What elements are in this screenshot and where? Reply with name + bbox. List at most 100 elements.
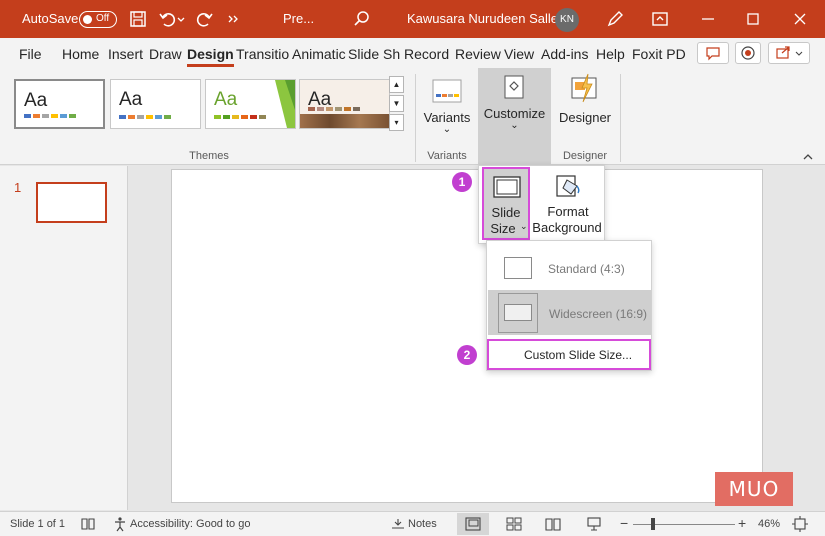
slide-canvas[interactable] xyxy=(171,169,763,503)
normal-view-button[interactable] xyxy=(457,513,489,535)
slide-size-button[interactable]: Slide Size ⌄ xyxy=(482,167,530,240)
theme-color-swatches xyxy=(119,115,171,119)
zoom-slider-track[interactable] xyxy=(633,524,735,525)
variants-button[interactable]: Variants ⌄ xyxy=(424,72,470,142)
theme-wood-band xyxy=(300,114,389,128)
tab-file[interactable]: File xyxy=(19,46,42,62)
custom-slide-size-option[interactable]: Custom Slide Size... xyxy=(487,339,651,370)
tab-foxit-pdf[interactable]: Foxit PD xyxy=(632,46,686,62)
designer-group-label: Designer xyxy=(562,150,608,162)
tab-add-ins[interactable]: Add-ins xyxy=(541,46,588,62)
toggle-knob xyxy=(83,15,92,24)
theme-color-swatches xyxy=(308,107,360,111)
group-divider xyxy=(415,74,416,162)
theme-color-swatches xyxy=(24,114,76,118)
tab-home[interactable]: Home xyxy=(62,46,99,62)
close-icon[interactable] xyxy=(790,9,810,29)
theme-sample-text: Aa xyxy=(119,89,143,110)
save-icon[interactable] xyxy=(128,9,148,29)
theme-sample-text: Aa xyxy=(214,89,238,110)
maximize-icon[interactable] xyxy=(743,9,763,29)
share-button[interactable] xyxy=(768,42,810,64)
customize-label: Customize xyxy=(483,106,546,121)
theme-office-2[interactable]: Aa xyxy=(110,79,201,129)
tab-insert[interactable]: Insert xyxy=(108,46,143,62)
step-2-badge: 2 xyxy=(457,345,477,365)
theme-facet[interactable]: Aa xyxy=(205,79,296,129)
avatar[interactable]: KN xyxy=(555,8,579,32)
record-button[interactable] xyxy=(735,42,761,64)
slide-thumbnail[interactable] xyxy=(36,182,107,223)
autosave-label: AutoSave xyxy=(22,11,79,26)
slideshow-icon[interactable] xyxy=(586,516,602,532)
more-commands-icon[interactable] xyxy=(226,9,240,29)
zoom-in-icon[interactable]: + xyxy=(738,515,746,531)
zoom-slider-thumb[interactable] xyxy=(651,518,655,530)
chevron-down-icon: ⌄ xyxy=(442,124,452,135)
tab-design[interactable]: Design xyxy=(187,46,234,67)
designer-button[interactable]: Designer xyxy=(558,72,612,142)
notes-button[interactable]: Notes xyxy=(408,518,437,530)
tab-draw[interactable]: Draw xyxy=(149,46,182,62)
notes-icon xyxy=(392,519,404,529)
undo-dropdown-icon[interactable] xyxy=(176,9,186,29)
tab-slide-show[interactable]: Slide Sh xyxy=(348,46,400,62)
tab-help[interactable]: Help xyxy=(596,46,625,62)
tab-transitions[interactable]: Transitio xyxy=(236,46,289,62)
accessibility-status[interactable]: Accessibility: Good to go xyxy=(130,518,250,530)
designer-icon xyxy=(571,73,597,103)
group-divider xyxy=(620,74,621,162)
customize-icon xyxy=(504,75,524,99)
zoom-out-icon[interactable]: − xyxy=(620,515,628,531)
themes-scroll-down[interactable]: ▼ xyxy=(389,95,404,112)
minimize-icon[interactable] xyxy=(698,9,718,29)
variants-label: Variants xyxy=(423,110,471,125)
chevron-down-icon: ⌄ xyxy=(520,221,528,231)
format-background-button[interactable]: Format Background xyxy=(532,167,604,240)
tab-animations[interactable]: Animatic xyxy=(292,46,346,62)
tab-view[interactable]: View xyxy=(504,46,534,62)
slide-size-label-2: Size xyxy=(490,221,516,236)
accessibility-icon[interactable] xyxy=(112,516,128,532)
slide-thumbnail-pane: 1 xyxy=(0,166,128,510)
reading-view-icon[interactable] xyxy=(545,517,561,531)
customize-button[interactable]: Customize ⌄ xyxy=(478,68,551,165)
theme-facet-art xyxy=(275,80,295,128)
search-icon[interactable] xyxy=(352,9,372,29)
undo-icon[interactable] xyxy=(158,9,178,29)
widescreen-option[interactable]: Widescreen (16:9) xyxy=(488,290,651,335)
slide-size-icon xyxy=(493,176,521,198)
comments-button[interactable] xyxy=(697,42,729,64)
slide-sorter-icon[interactable] xyxy=(506,517,522,531)
tab-review[interactable]: Review xyxy=(455,46,501,62)
status-bar: Slide 1 of 1 Accessibility: Good to go N… xyxy=(0,511,825,536)
collapse-ribbon-icon[interactable] xyxy=(802,152,814,162)
zoom-level[interactable]: 46% xyxy=(758,518,780,530)
custom-slide-size-label: Custom Slide Size... xyxy=(524,348,633,362)
normal-view-icon xyxy=(465,517,481,531)
tab-record[interactable]: Record xyxy=(404,46,449,62)
themes-more[interactable]: ▾ xyxy=(389,114,404,131)
autosave-toggle[interactable]: Off xyxy=(79,11,117,28)
theme-wood[interactable]: Aa xyxy=(299,79,390,129)
designer-label: Designer xyxy=(558,110,612,125)
chevron-down-icon: ⌄ xyxy=(510,120,519,131)
widescreen-thumb-icon xyxy=(504,304,532,321)
pen-icon[interactable] xyxy=(605,9,625,29)
variants-icon xyxy=(432,79,462,103)
customize-dropdown: Slide Size ⌄ Format Background xyxy=(478,165,605,244)
format-background-icon xyxy=(556,175,580,197)
format-background-label-1: Format xyxy=(547,204,589,219)
standard-option[interactable]: Standard (4:3) xyxy=(487,244,651,289)
ribbon-display-icon[interactable] xyxy=(650,9,670,29)
redo-icon[interactable] xyxy=(194,9,214,29)
theme-office[interactable]: Aa xyxy=(14,79,105,129)
file-name: Pre... xyxy=(283,11,315,26)
spelling-icon[interactable] xyxy=(80,517,96,531)
variants-group-label: Variants xyxy=(427,150,467,162)
user-name: Kawusara Nurudeen Salley xyxy=(407,11,565,26)
fit-to-window-icon[interactable] xyxy=(792,516,808,532)
title-bar: AutoSave Off Pre... Kawusara Nurudeen Sa… xyxy=(0,0,825,38)
comment-icon xyxy=(706,47,720,61)
themes-scroll-up[interactable]: ▲ xyxy=(389,76,404,93)
